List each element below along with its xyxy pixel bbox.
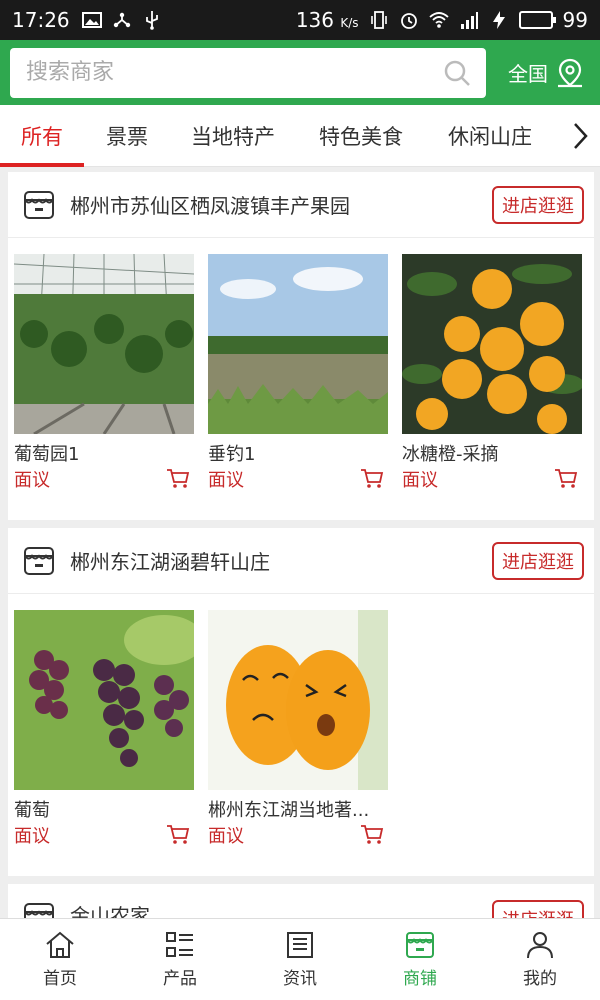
cart-icon[interactable] xyxy=(166,468,190,490)
tabs-next-button[interactable] xyxy=(560,105,600,167)
product-card[interactable]: 垂钓1 面议 xyxy=(208,254,388,492)
search-box[interactable] xyxy=(10,47,486,98)
battery-level: 99 xyxy=(562,8,588,32)
tab-local-specialty[interactable]: 当地特产 xyxy=(170,105,296,167)
product-image-vineyard[interactable] xyxy=(14,254,194,434)
product-name: 郴州东江湖当地著... xyxy=(208,800,370,821)
header-bar: 全国 xyxy=(0,40,600,105)
battery-icon xyxy=(518,11,556,29)
network-speed: 136 K/s xyxy=(295,8,359,32)
product-list: 葡萄园1 面议 垂钓1 面议 冰糖橙-采摘 面议 xyxy=(8,238,594,492)
product-card[interactable]: 葡萄 面议 xyxy=(14,610,194,848)
nav-label: 产品 xyxy=(163,969,197,989)
region-selector[interactable]: 全国 xyxy=(508,58,590,88)
region-label: 全国 xyxy=(508,62,548,86)
search-icon[interactable] xyxy=(442,58,472,88)
product-price: 面议 xyxy=(14,470,50,491)
product-card[interactable]: 冰糖橙-采摘 面议 xyxy=(402,254,582,492)
grid-list-icon xyxy=(166,932,193,957)
nav-stores[interactable]: 商铺 xyxy=(360,919,480,1000)
product-name: 葡萄园1 xyxy=(14,444,80,465)
share-icon xyxy=(113,12,130,28)
product-card[interactable]: 郴州东江湖当地著... 面议 xyxy=(208,610,388,848)
nav-label: 首页 xyxy=(43,969,77,989)
product-price: 面议 xyxy=(402,470,438,491)
product-name: 垂钓1 xyxy=(208,444,256,465)
product-price: 面议 xyxy=(208,470,244,491)
store-icon xyxy=(24,190,54,219)
location-pin-icon xyxy=(558,58,582,87)
status-bar: 17:26 136 K/s 99 xyxy=(0,0,600,40)
news-icon xyxy=(287,932,313,958)
product-image-fishing-pond[interactable] xyxy=(208,254,388,434)
nav-label: 资讯 xyxy=(283,969,317,989)
visit-shop-button[interactable]: 进店逛逛 xyxy=(492,185,584,224)
cart-icon[interactable] xyxy=(360,824,384,846)
tab-leisure-villa[interactable]: 休闲山庄 xyxy=(426,105,554,167)
product-name: 葡萄 xyxy=(14,800,50,821)
nav-home[interactable]: 首页 xyxy=(0,919,120,1000)
home-icon xyxy=(46,931,74,958)
alarm-icon xyxy=(400,13,417,29)
cart-icon[interactable] xyxy=(554,468,578,490)
category-tabs: 所有 景票 当地特产 特色美食 休闲山庄 xyxy=(0,105,600,167)
tab-all[interactable]: 所有 xyxy=(0,105,84,167)
visit-shop-button[interactable]: 进店逛逛 xyxy=(492,541,584,580)
shop-header: 郴州市苏仙区栖凤渡镇丰产果园 进店逛逛 xyxy=(8,172,594,238)
search-input[interactable] xyxy=(26,60,442,85)
product-image-grapes[interactable] xyxy=(14,610,194,790)
image-icon xyxy=(81,12,102,28)
cart-icon[interactable] xyxy=(360,468,384,490)
user-icon xyxy=(527,932,553,959)
product-image-oranges[interactable] xyxy=(402,254,582,434)
shop-name: 郴州东江湖涵碧轩山庄 xyxy=(70,550,270,574)
product-name: 冰糖橙-采摘 xyxy=(402,444,499,465)
signal-icon xyxy=(460,12,478,29)
shop-card: 郴州市苏仙区栖凤渡镇丰产果园 进店逛逛 葡萄园1 面议 垂钓1 面议 冰糖橙-采… xyxy=(8,172,594,520)
product-list: 葡萄 面议 郴州东江湖当地著... 面议 xyxy=(8,594,594,848)
product-price: 面议 xyxy=(14,826,50,847)
cart-icon[interactable] xyxy=(166,824,190,846)
product-card[interactable]: 葡萄园1 面议 xyxy=(14,254,194,492)
wifi-icon xyxy=(428,12,449,28)
tab-tickets[interactable]: 景票 xyxy=(84,105,170,167)
shop-name: 郴州市苏仙区栖凤渡镇丰产果园 xyxy=(70,194,350,218)
tab-special-food[interactable]: 特色美食 xyxy=(296,105,426,167)
nav-news[interactable]: 资讯 xyxy=(240,919,360,1000)
vibrate-icon xyxy=(370,11,387,29)
shop-card: 郴州东江湖涵碧轩山庄 进店逛逛 葡萄 面议 郴州东江湖当地著... 面议 xyxy=(8,528,594,876)
product-price: 面议 xyxy=(208,826,244,847)
shop-header: 郴州东江湖涵碧轩山庄 进店逛逛 xyxy=(8,528,594,594)
status-time: 17:26 xyxy=(12,8,70,32)
store-icon xyxy=(24,546,54,575)
usb-icon xyxy=(145,11,158,30)
chevron-right-icon xyxy=(574,122,588,149)
bottom-nav: 首页 产品 资讯 商铺 我的 xyxy=(0,918,600,1000)
nav-label: 商铺 xyxy=(403,969,437,989)
nav-products[interactable]: 产品 xyxy=(120,919,240,1000)
store-icon xyxy=(406,932,434,958)
nav-profile[interactable]: 我的 xyxy=(480,919,600,1000)
charging-icon xyxy=(492,11,505,29)
product-image-orange-faces[interactable] xyxy=(208,610,388,790)
nav-label: 我的 xyxy=(523,969,557,989)
